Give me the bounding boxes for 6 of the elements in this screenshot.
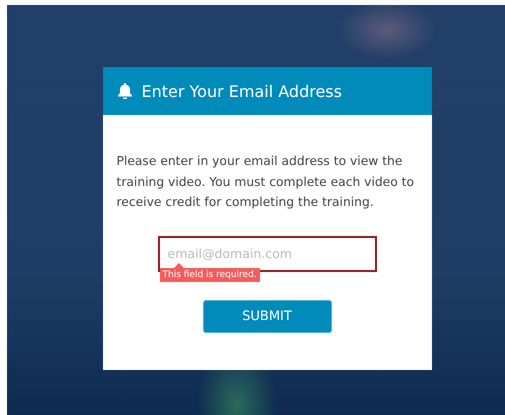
- submit-button[interactable]: SUBMIT: [202, 300, 332, 332]
- email-input-field[interactable]: email@domain.com: [158, 236, 376, 272]
- bell-icon: [118, 83, 132, 99]
- instruction-text: Please enter in your email address to view the training video. You must complete each video to receive credit for completing the training.: [116, 153, 416, 211]
- error-tooltip: This field is required.: [160, 262, 260, 282]
- dialog-title: Enter Your Email Address: [142, 82, 342, 100]
